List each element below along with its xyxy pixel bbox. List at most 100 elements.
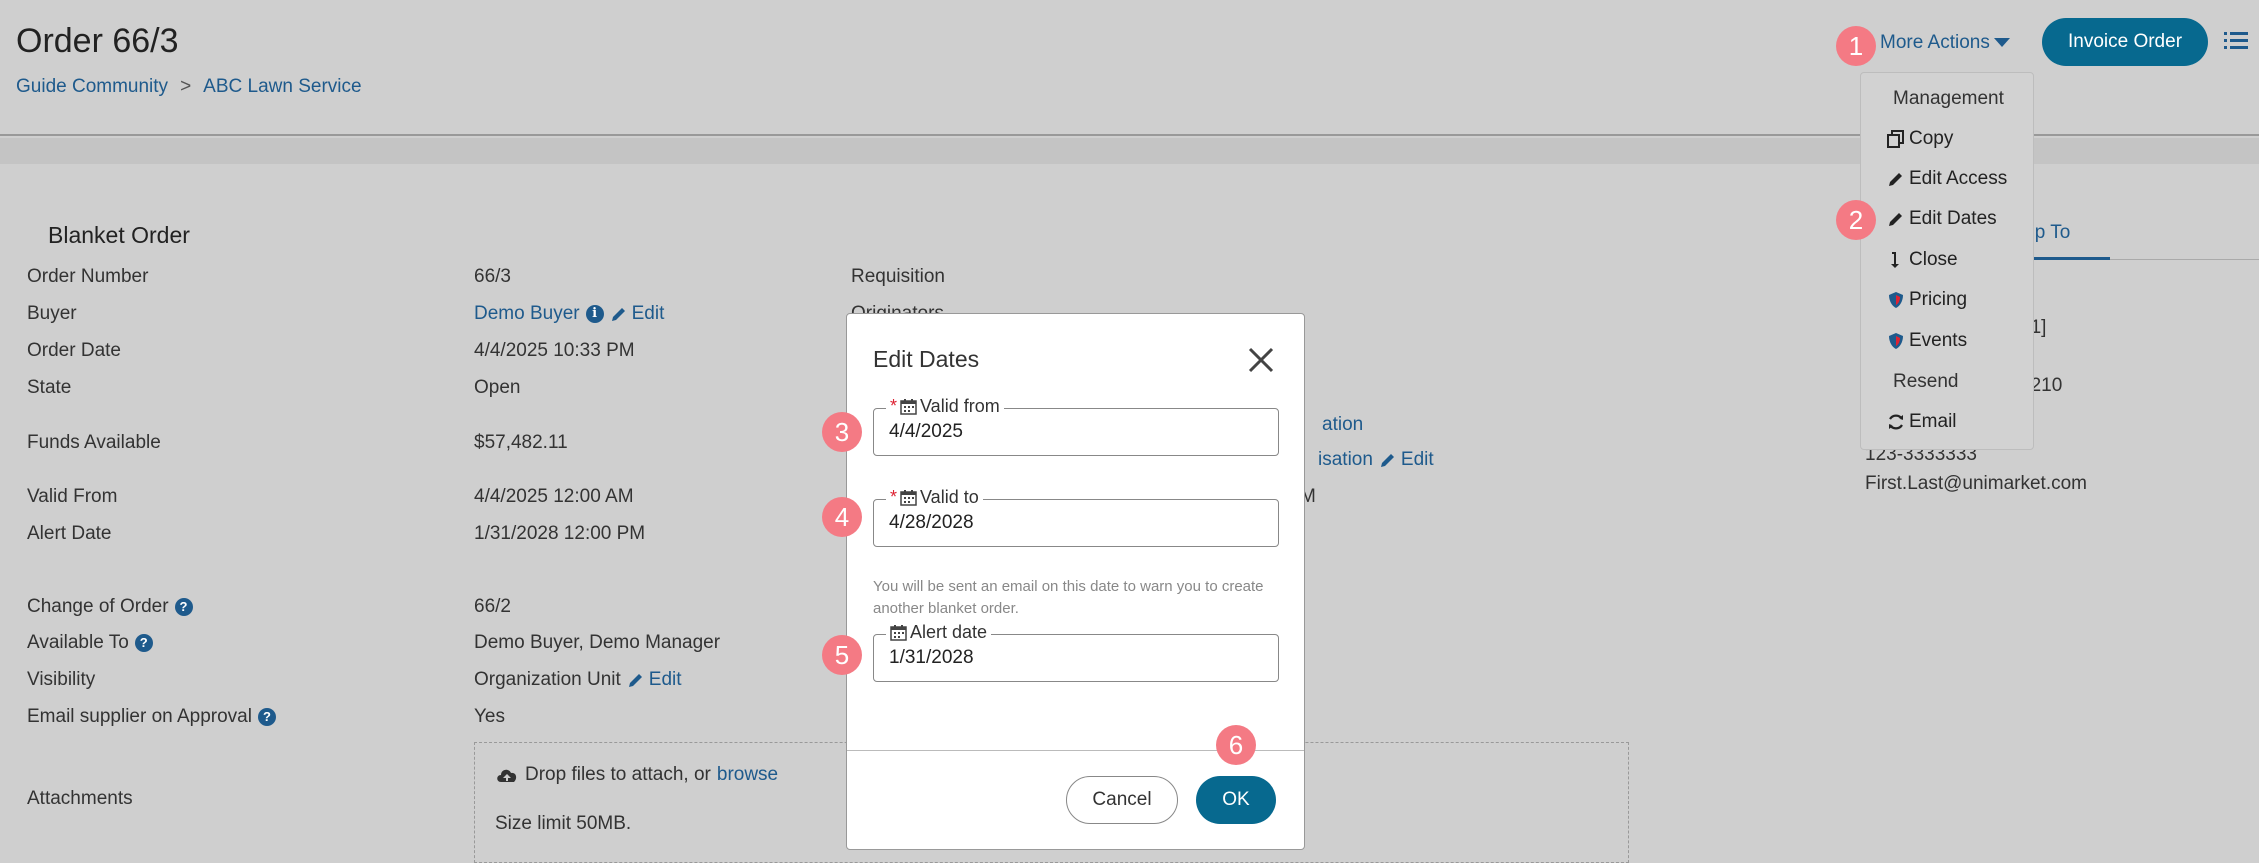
requisition-label: Requisition [851,266,945,287]
section-title: Blanket Order [48,222,190,248]
available-to-label: Available To ? [27,632,153,654]
order-number-link[interactable]: 66/3 [474,266,511,288]
more-actions-menu: Management Copy Edit Access Edit Dates C… [1860,72,2034,450]
info-icon[interactable]: i [585,305,604,323]
menu-item-email[interactable]: Email [1887,411,1957,433]
menu-item-edit-access[interactable]: Edit Access [1887,168,2007,190]
edit-label: Edit [648,669,682,690]
organisation-link[interactable]: ation [1322,414,1363,436]
pencil-icon [1889,173,1902,186]
cancel-button[interactable]: Cancel [1066,776,1178,824]
invoice-order-button[interactable]: Invoice Order [2042,18,2208,66]
alert-help-text: You will be sent an email on this date t… [873,578,1264,617]
pencil-icon [1380,454,1394,467]
copy-icon [1887,130,1904,148]
calendar-icon [900,490,917,506]
step-badge-4: 4 [822,497,862,537]
pencil-icon [1889,213,1902,226]
menu-item-pricing[interactable]: Pricing [1887,289,1967,311]
step-badge-2: 2 [1836,200,1876,240]
alert-date-field[interactable]: Alert date [873,622,1279,682]
menu-item-close[interactable]: Close [1887,249,1958,271]
calendar-icon [900,399,917,415]
attachments-label: Attachments [27,788,133,809]
help-icon[interactable]: ? [174,598,193,616]
arrow-down-icon [1891,252,1899,268]
caret-down-icon [1993,38,2010,48]
page-title: Order 66/3 [16,22,179,60]
buyer-label: Buyer [27,303,77,324]
help-icon[interactable]: ? [257,708,276,726]
dialog-title: Edit Dates [873,346,980,372]
help-icon[interactable]: ? [134,634,153,652]
shield-icon [1889,292,1903,308]
menu-item-edit-dates[interactable]: Edit Dates [1887,208,1997,230]
organisation-row: isation Edit [1318,449,1434,471]
visibility-value: Organization Unit Edit [474,669,682,691]
edit-label: Edit [631,303,665,324]
valid-to-label-text: Valid to [920,487,979,507]
buyer-value: Demo Buyer i Edit [474,303,664,325]
menu-item-label: Events [1909,330,1968,351]
organisation-edit-link[interactable]: Edit [1379,449,1434,471]
valid-from-label-text: Valid from [920,396,1000,416]
email-supplier-text: Email supplier on Approval [27,706,252,727]
valid-to-field[interactable]: * Valid to [873,487,1279,547]
step-badge-3: 3 [822,412,862,452]
valid-to-input[interactable] [889,512,1269,534]
alert-date-field-label: Alert date [886,622,992,643]
tab-divider [2110,259,2259,260]
menu-item-label: Copy [1909,128,1954,149]
change-of-order-label: Change of Order ? [27,596,193,618]
step-badge-1: 1 [1836,26,1876,66]
edit-dates-dialog: Edit Dates * Valid from * Valid to You w… [846,313,1305,850]
shield-icon [1889,333,1903,349]
available-to-link[interactable]: Demo Buyer, Demo Manager [474,632,720,654]
valid-from-field-label: * Valid from [886,396,1004,417]
buyer-link[interactable]: Demo Buyer [474,303,580,325]
buyer-edit-link[interactable]: Edit [610,303,665,325]
list-icon[interactable] [2224,30,2248,52]
change-of-order-text: Change of Order [27,596,169,617]
close-icon[interactable] [1247,346,1275,374]
browse-link[interactable]: browse [717,764,778,786]
size-limit-text: Size limit 50MB. [495,813,632,834]
required-mark: * [890,487,898,507]
funds-value: $57,482.11 [474,432,568,453]
more-actions-button[interactable]: More Actions [1880,32,2010,54]
valid-from-field[interactable]: * Valid from [873,396,1279,456]
email-supplier-label: Email supplier on Approval ? [27,706,276,728]
order-date-label: Order Date [27,340,121,361]
pencil-icon [628,674,642,687]
edit-label: Edit [1400,449,1434,470]
visibility-edit-link[interactable]: Edit [627,669,682,691]
breadcrumb-community[interactable]: Guide Community [16,76,168,97]
alert-date-label-text: Alert date [910,622,988,642]
valid-from-value: 4/4/2025 12:00 AM [474,486,634,507]
ok-button[interactable]: OK [1196,776,1276,824]
pencil-icon [611,308,625,321]
order-date-value: 4/4/2025 10:33 PM [474,340,635,361]
drop-text: Drop files to attach, or [525,764,711,785]
menu-item-copy[interactable]: Copy [1887,128,1953,150]
breadcrumb-supplier[interactable]: ABC Lawn Service [203,76,361,97]
required-mark: * [890,396,898,416]
alert-date-value: 1/31/2028 12:00 PM [474,523,646,544]
breadcrumb-separator: > [180,76,192,97]
menu-item-events[interactable]: Events [1887,330,1967,352]
change-of-order-link[interactable]: 66/2 [474,596,511,618]
valid-from-input[interactable] [889,421,1269,443]
state-value: Open [474,377,521,398]
available-to-text: Available To [27,632,129,653]
menu-item-label: Close [1909,249,1958,270]
more-actions-label: More Actions [1880,32,1990,53]
breadcrumb: Guide Community > ABC Lawn Service [16,76,362,98]
menu-item-label: Edit Access [1909,168,2008,189]
visibility-label: Visibility [27,669,96,690]
menu-item-label: Email [1909,411,1957,432]
calendar-icon [890,625,907,641]
organisation-link-2[interactable]: isation [1318,449,1373,471]
valid-from-label: Valid From [27,486,118,507]
alert-date-input[interactable] [889,647,1269,669]
funds-label: Funds Available [27,432,161,453]
